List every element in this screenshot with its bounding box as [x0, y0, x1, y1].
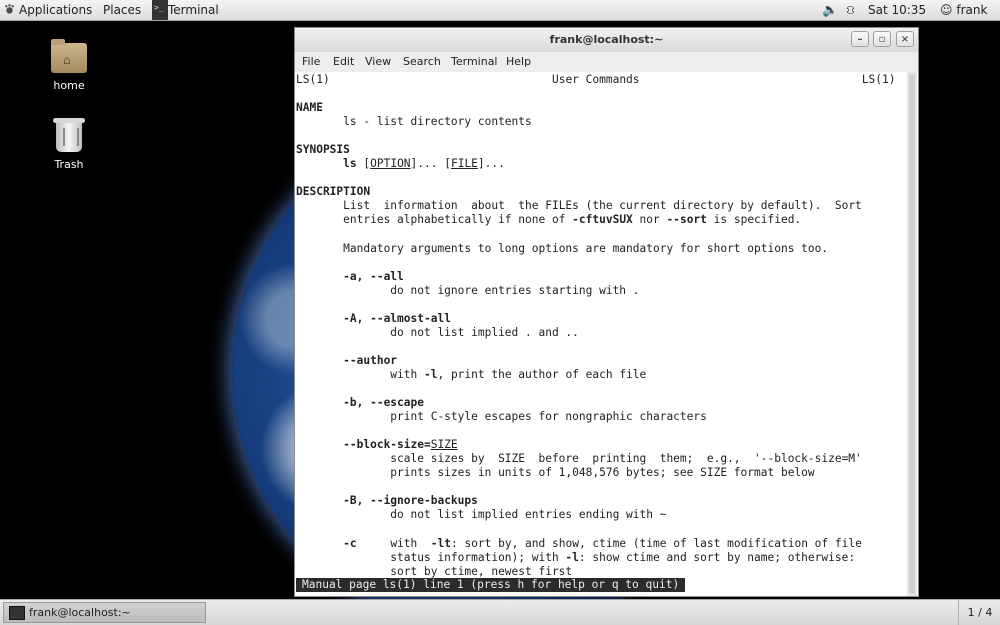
- terminal-icon: [152, 0, 168, 20]
- applications-menu[interactable]: Applications: [4, 0, 92, 21]
- terminal-icon: [9, 606, 25, 620]
- synopsis-file: FILE: [450, 157, 478, 171]
- user-icon: ☺: [940, 3, 953, 17]
- option-desc: sort by ctime, newest first: [390, 564, 573, 578]
- desc-flag: --sort: [666, 213, 707, 227]
- applications-label: Applications: [19, 3, 93, 17]
- man-page-text: LS(1) User Commands LS(1) NAME ls - list…: [296, 73, 896, 578]
- volume-icon[interactable]: 🔈: [822, 0, 838, 21]
- menu-help[interactable]: Help: [506, 52, 531, 72]
- option-desc: : show ctime and sort by name; otherwise…: [578, 550, 856, 564]
- synopsis-cmd: ls: [343, 157, 357, 171]
- option-desc: status information); with: [390, 550, 566, 564]
- option-desc: do not list implied entries ending with …: [390, 508, 667, 522]
- window-titlebar[interactable]: frank@localhost:~ – ▫ ×: [295, 28, 918, 52]
- gnome-foot-icon: [5, 4, 14, 14]
- option-flag: -lt: [430, 536, 451, 550]
- vertical-scrollbar[interactable]: [907, 72, 917, 596]
- header-left: LS(1): [296, 73, 330, 86]
- desktop-icon-trash[interactable]: Trash: [39, 118, 99, 171]
- option-desc: , print the author of each file: [437, 367, 647, 381]
- places-menu[interactable]: Places: [103, 0, 141, 21]
- option-desc: : sort by, and show, ctime (time of last…: [450, 536, 862, 550]
- option-c: -c: [343, 536, 357, 550]
- desc-line: nor: [632, 213, 667, 227]
- window-title: frank@localhost:~: [549, 33, 664, 46]
- desktop-icon-home[interactable]: ⌂ home: [39, 39, 99, 92]
- network-icon[interactable]: ⛻: [846, 0, 855, 21]
- option-flag: -l: [565, 550, 579, 564]
- option-block-size: --block-size=: [343, 438, 431, 452]
- workspace-indicator[interactable]: 1 / 4: [958, 600, 1000, 625]
- option-A: -A, --almost-all: [343, 311, 451, 325]
- terminal-taskbar-label: Terminal: [168, 3, 219, 17]
- trash-icon: [53, 118, 85, 152]
- user-menu[interactable]: ☺ frank: [940, 0, 987, 21]
- option-a: -a, --all: [343, 269, 404, 283]
- desc-line: List information about the FILEs (the cu…: [343, 199, 862, 213]
- desc-line: Mandatory arguments to long options are …: [343, 241, 829, 255]
- header-center: User Commands: [551, 73, 640, 86]
- desc-line: is specified.: [706, 213, 802, 227]
- option-desc: prints sizes in units of 1,048,576 bytes…: [390, 466, 815, 480]
- option-desc: scale sizes by SIZE before printing them…: [390, 452, 862, 466]
- clock[interactable]: Sat 10:35: [868, 0, 926, 21]
- menu-view[interactable]: View: [365, 52, 391, 72]
- desktop-icon-label: home: [53, 79, 85, 92]
- minimize-button[interactable]: –: [851, 31, 869, 47]
- option-desc: with: [390, 536, 431, 550]
- menu-search[interactable]: Search: [403, 52, 441, 72]
- window-list-label: frank@localhost:~: [29, 606, 131, 619]
- window-list-item-terminal[interactable]: frank@localhost:~: [3, 602, 206, 623]
- menu-terminal[interactable]: Terminal: [451, 52, 498, 72]
- option-desc: with: [390, 367, 424, 381]
- name-text: ls - list directory contents: [343, 115, 532, 129]
- menubar: File Edit View Search Terminal Help: [295, 52, 918, 72]
- desc-line: entries alphabetically if none of: [343, 213, 573, 227]
- desktop-icon-label: Trash: [54, 158, 84, 171]
- user-name: frank: [956, 3, 988, 17]
- scrollbar-thumb[interactable]: [909, 74, 915, 594]
- close-button[interactable]: ×: [896, 31, 914, 47]
- section-name: NAME: [296, 101, 323, 115]
- maximize-button[interactable]: ▫: [873, 31, 891, 47]
- option-flag: -l: [423, 367, 438, 381]
- option-B: -B, --ignore-backups: [343, 494, 478, 508]
- desc-flag: -cftuvSUX: [572, 213, 633, 227]
- home-folder-icon: ⌂: [51, 39, 87, 73]
- option-desc: do not ignore entries starting with .: [390, 283, 640, 297]
- bottom-panel: frank@localhost:~ 1 / 4: [0, 599, 1000, 625]
- header-right: LS(1): [861, 73, 896, 86]
- top-panel: Applications Places Terminal 🔈 ⛻ Sat 10:…: [0, 0, 1000, 21]
- pager-status-line: Manual page ls(1) line 1 (press h for he…: [296, 578, 686, 592]
- terminal-taskbar-item[interactable]: Terminal: [150, 0, 219, 21]
- menu-file[interactable]: File: [302, 52, 320, 72]
- option-author: --author: [343, 353, 398, 367]
- option-b: -b, --escape: [343, 396, 424, 410]
- terminal-content[interactable]: LS(1) User Commands LS(1) NAME ls - list…: [295, 72, 918, 596]
- synopsis-option: OPTION: [370, 157, 411, 171]
- menu-edit[interactable]: Edit: [333, 52, 354, 72]
- option-desc: print C-style escapes for nongraphic cha…: [390, 410, 707, 424]
- option-desc: do not list implied . and ..: [390, 325, 579, 339]
- terminal-window: frank@localhost:~ – ▫ × File Edit View S…: [294, 27, 919, 597]
- section-synopsis: SYNOPSIS: [296, 143, 350, 157]
- section-description: DESCRIPTION: [296, 185, 371, 199]
- option-arg: SIZE: [430, 438, 458, 452]
